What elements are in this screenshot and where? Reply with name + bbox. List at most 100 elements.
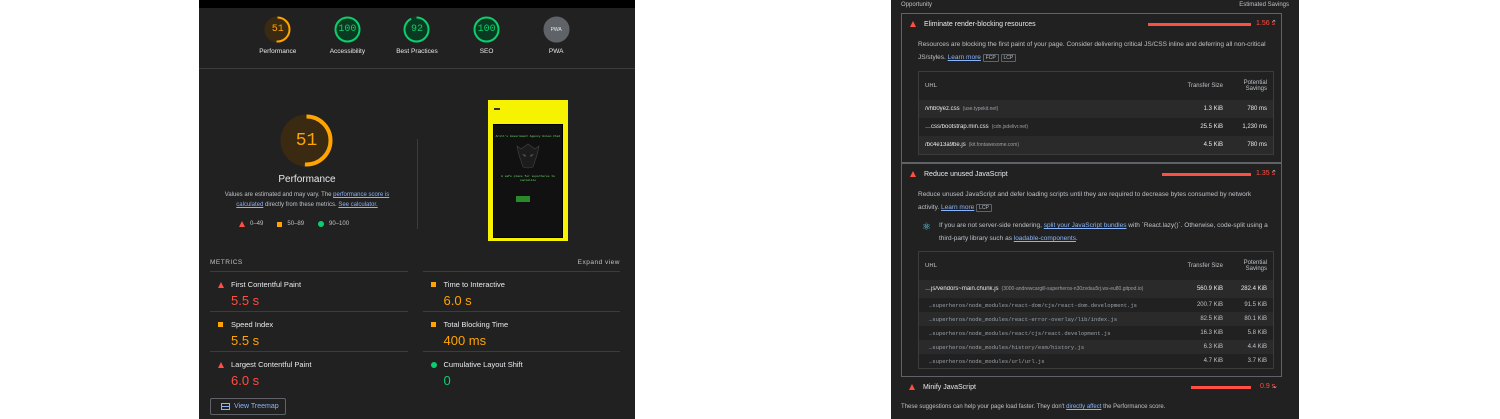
gauge-value: 100	[338, 24, 357, 35]
chevron-down-icon: ⌄	[1272, 383, 1278, 390]
metrics-row: Speed Index 5.5 s Total Blocking Time 400 m…	[210, 311, 620, 351]
savings-cell: 3.7 KiB	[1247, 358, 1267, 364]
metric-largest-contentful-paint: Largest Contentful Paint 6.0 s	[210, 351, 408, 391]
size-cell: 4.7 KiB	[1203, 358, 1223, 364]
legend-average-label: 50–89	[287, 221, 305, 227]
fail-triangle-icon	[239, 221, 245, 227]
page-screenshot-thumbnail[interactable]: Arill's Government Agency Union Chat A s…	[488, 100, 568, 241]
gauge-performance[interactable]: 51 Performance	[243, 16, 313, 68]
average-square-icon	[430, 322, 436, 327]
thumbnail-content: Arill's Government Agency Union Chat A s…	[493, 124, 563, 238]
audit-unused-js-header[interactable]: Reduce unused JavaScript 1.35 s ⌃	[902, 164, 1281, 184]
subrow-url: …superheros/node_modules/history/esm/his…	[929, 343, 1085, 351]
vertical-divider	[417, 139, 418, 229]
performance-title: Performance	[278, 174, 336, 185]
view-treemap-button[interactable]: View Treemap	[210, 398, 286, 415]
metric-time-to-interactive: Time to Interactive 6.0 s	[422, 271, 620, 311]
see-calculator-link[interactable]: See calculator.	[338, 202, 377, 208]
metrics-row: Largest Contentful Paint 6.0 s Cumulative …	[210, 351, 620, 391]
size-cell: 25.5 KiB	[1200, 124, 1223, 130]
thumbnail-nav	[494, 108, 500, 110]
subrow-url: …superheros/node_modules/react-dom/cjs/r…	[929, 301, 1137, 309]
top-bar	[199, 0, 635, 8]
fail-triangle-icon	[218, 362, 224, 368]
metric-pill-lcp: LCP	[976, 204, 992, 212]
score-legend: 0–49 50–89 90–100	[239, 221, 349, 227]
tip-text-post: .	[1075, 235, 1078, 242]
url-text[interactable]: …js/vendors~main.chunk.js	[925, 286, 999, 292]
table-row: …css/bootstrap.min.css (cdn.jsdelivr.net)…	[919, 118, 1273, 136]
fail-triangle-icon	[218, 282, 224, 288]
savings-bar	[1148, 23, 1251, 26]
url-cell: /bc4e13a9be.js (kit.fontawesome.com)	[925, 142, 1157, 148]
audit-render-blocking-header[interactable]: Eliminate render-blocking resources 1.56…	[902, 14, 1281, 34]
opportunities-panel: Opportunity Estimated Savings Eliminate …	[891, 0, 1299, 419]
metric-name: Cumulative Layout Shift	[443, 360, 523, 369]
performance-gauge[interactable]: 51	[280, 114, 333, 167]
learn-more-link[interactable]: Learn more	[948, 54, 981, 61]
tip-text: If you are not server-side rendering, sp…	[939, 219, 1273, 245]
col-transfer-size: Transfer Size	[1187, 83, 1223, 89]
metric-value: 6.0 s	[231, 373, 260, 388]
col-potential-savings: Potential Savings	[1243, 80, 1267, 92]
audit-minify-js-header[interactable]: Minify JavaScript 0.9 s ⌄	[901, 377, 1282, 397]
loadable-components-link[interactable]: loadable-components	[1014, 235, 1076, 242]
subrow-url: …superheros/node_modules/react/cjs/react…	[929, 329, 1111, 337]
host-text: (3000-andrewcargill-superheros-n30zvdau5…	[1001, 286, 1144, 292]
legend-fail: 0–49	[239, 221, 263, 227]
directly-affect-link[interactable]: directly affect	[1066, 404, 1101, 410]
savings-cell: 1,230 ms	[1242, 124, 1267, 130]
url-text[interactable]: /bc4e13a9be.js	[925, 142, 966, 148]
performance-description: Values are estimated and may vary. The p…	[214, 190, 400, 210]
size-cell: 16.3 KiB	[1200, 330, 1223, 336]
expand-view-toggle[interactable]: Expand view	[578, 259, 620, 266]
audit-description: Reduce unused JavaScript and defer loadi…	[902, 184, 1281, 215]
lighthouse-summary-panel: 51 Performance 100 Accessibility 92 Best Prac…	[199, 0, 635, 419]
col-url: URL	[925, 263, 938, 269]
fail-triangle-icon	[910, 171, 916, 177]
pass-circle-icon	[430, 362, 437, 368]
savings-cell: 5.8 KiB	[1247, 330, 1267, 336]
thumbnail-heading: Arill's Government Agency Union Chat	[495, 135, 561, 138]
url-text[interactable]: /vhb0yez.css	[925, 106, 960, 112]
learn-more-link[interactable]: Learn more	[941, 204, 974, 211]
gauge-accessibility[interactable]: 100 Accessibility	[313, 16, 383, 68]
superhero-mask-icon	[516, 143, 540, 169]
table-header: URL Transfer Size Potential Savings	[919, 252, 1273, 280]
metrics-grid: First Contentful Paint 5.5 s Time to Inter…	[210, 271, 620, 391]
legend-fail-label: 0–49	[250, 221, 264, 227]
table-row: …js/vendors~main.chunk.js (3000-andrewcar…	[919, 280, 1273, 298]
gauge-ring: 92	[403, 16, 430, 43]
size-cell: 560.9 KiB	[1196, 286, 1223, 292]
page-root: 51 Performance 100 Accessibility 92 Best Prac…	[0, 0, 1500, 419]
gauge-best-practices[interactable]: 92 Best Practices	[382, 16, 452, 68]
average-square-icon	[430, 282, 436, 287]
gauge-label: Best Practices	[396, 48, 438, 55]
url-text[interactable]: …css/bootstrap.min.css	[925, 124, 989, 130]
metric-pill-lcp: LCP	[1000, 54, 1017, 62]
metric-value: 5.5 s	[231, 293, 260, 308]
gauge-value: 51	[271, 24, 284, 35]
metric-pill-fcp: FCP	[982, 54, 999, 62]
table-header: URL Transfer Size Potential Savings	[919, 72, 1273, 100]
gauge-pwa[interactable]: PWA PWA	[521, 16, 591, 68]
average-square-icon	[218, 322, 223, 327]
savings-bar	[1162, 173, 1251, 176]
table-row: /bc4e13a9be.js (kit.fontawesome.com) 4.5 K…	[919, 136, 1273, 154]
audit-minify-javascript: Minify JavaScript 0.9 s ⌄	[901, 377, 1282, 399]
metric-name: Total Blocking Time	[443, 320, 509, 329]
legend-pass: 90–100	[318, 221, 349, 227]
performance-section: 51 Performance Values are estimated and …	[199, 69, 635, 259]
gauge-seo[interactable]: 100 SEO	[452, 16, 522, 68]
table-row: /vhb0yez.css (use.typekit.net) 1.3 KiB 780 …	[919, 100, 1273, 118]
table-subrow: …superheros/node_modules/react/cjs/react…	[919, 326, 1273, 340]
desc-text-mid: directly from these metrics.	[263, 202, 339, 208]
url-cell: …js/vendors~main.chunk.js (3000-andrewcar…	[925, 286, 1157, 292]
treemap-icon	[221, 403, 230, 410]
audit-description: Resources are blocking the first paint o…	[902, 34, 1281, 65]
split-bundles-link[interactable]: split your JavaScript bundles	[1044, 222, 1127, 229]
view-treemap-label: View Treemap	[234, 403, 279, 410]
table-subrow: …superheros/node_modules/url/url.js 4.7 K…	[919, 354, 1273, 368]
savings-cell: 282.4 KiB	[1240, 286, 1267, 292]
table-subrow: …superheros/node_modules/history/esm/his…	[919, 340, 1273, 354]
